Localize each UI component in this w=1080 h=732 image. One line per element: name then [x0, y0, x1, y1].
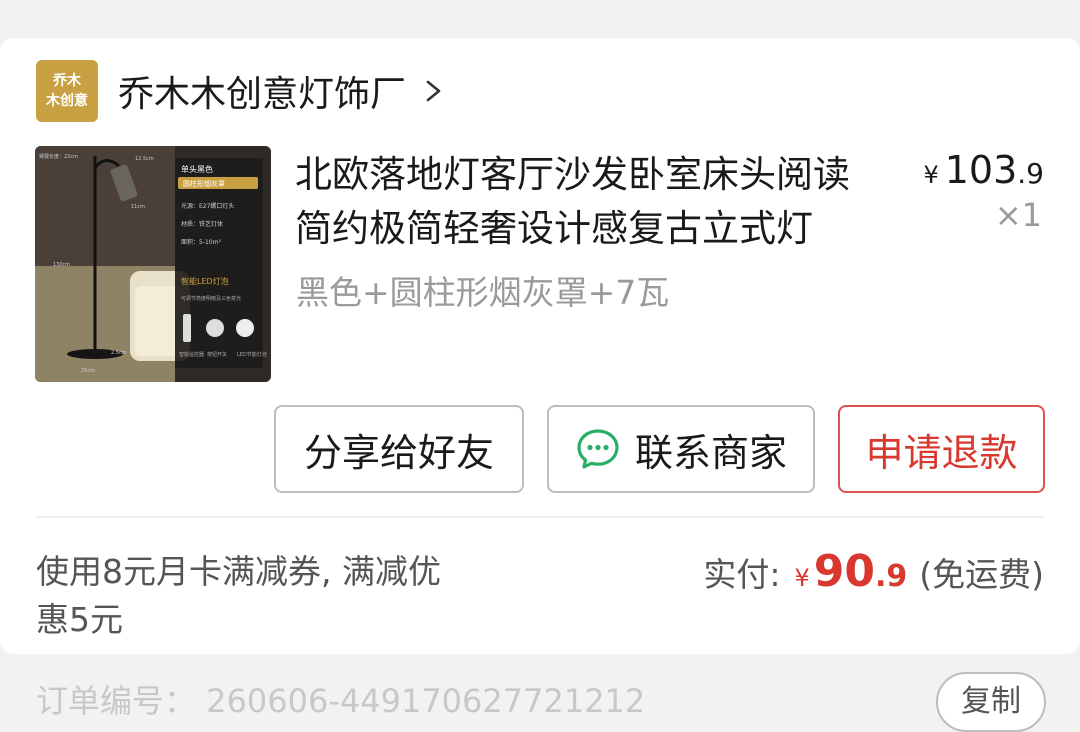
- wechat-chat-icon: [577, 429, 619, 469]
- image-dim-h: 130cm: [53, 262, 70, 268]
- price-currency: ¥: [923, 161, 939, 189]
- paid-amount: 实付: ¥ 90 .9 (免运费): [703, 546, 1044, 597]
- copy-button[interactable]: 复制: [936, 672, 1046, 732]
- product-image[interactable]: 单头黑色 圆柱形烟灰罩 光源：E27螺口灯头 材质：铁艺灯体 面积：5-10m²…: [35, 146, 271, 382]
- image-spec1: 光源：E27螺口灯头: [181, 202, 234, 210]
- image-dim-shade: 12.5cm: [135, 156, 154, 162]
- shop-header[interactable]: 乔木 木创意 乔木木创意灯饰厂: [36, 60, 446, 122]
- image-led-sub: 可调节亮度明暗及三色变光: [181, 295, 241, 302]
- shop-logo-line2: 木创意: [46, 93, 88, 109]
- price-decimal: .9: [1017, 157, 1044, 190]
- shop-logo-line1: 乔木: [53, 73, 81, 89]
- order-number: 订单编号： 260606-449170627721212: [36, 682, 646, 720]
- discount-info: 使用8元月卡满减券, 满减优惠5元: [36, 552, 441, 639]
- image-icon3: LED节能灯泡: [237, 351, 267, 358]
- product-price: ¥103.9: [923, 148, 1044, 192]
- image-tag2: 圆柱形烟灰罩: [183, 179, 225, 188]
- paid-label: 实付:: [703, 555, 781, 594]
- product-quantity: ×1: [994, 196, 1042, 234]
- refund-button-label: 申请退款: [865, 430, 1018, 475]
- image-dim-base-h: 2.5cm: [111, 350, 127, 356]
- shipping-note: (免运费): [919, 555, 1044, 594]
- image-led: 智能LED灯泡: [181, 276, 229, 286]
- contact-seller-label: 联系商家: [634, 430, 787, 475]
- share-button-label: 分享给好友: [303, 430, 494, 475]
- image-icon2: 按钮开关: [207, 351, 227, 358]
- contact-seller-button[interactable]: 联系商家: [547, 405, 815, 493]
- image-tag1: 单头黑色: [181, 164, 213, 174]
- product-sku: 黑色+圆柱形烟灰罩+7瓦: [296, 273, 670, 312]
- shop-logo[interactable]: 乔木 木创意: [36, 60, 98, 122]
- paid-decimal: .9: [874, 559, 908, 594]
- share-button[interactable]: 分享给好友: [274, 405, 524, 493]
- product-title[interactable]: 北欧落地灯客厅沙发卧室床头阅读简约极简轻奢设计感复古立式灯: [295, 148, 870, 256]
- image-dim-top: 臂展长度：22cm: [39, 153, 78, 160]
- image-icon1: 智能遥控器: [179, 351, 204, 358]
- image-spec3: 面积：5-10m²: [181, 238, 221, 246]
- paid-integer: 90: [813, 546, 875, 597]
- image-dim-base: 25cm: [81, 368, 95, 374]
- paid-currency: ¥: [794, 564, 810, 592]
- price-integer: 103: [944, 148, 1018, 192]
- refund-button[interactable]: 申请退款: [838, 405, 1045, 493]
- image-dim-w: 11cm: [131, 204, 145, 210]
- image-spec2: 材质：铁艺灯体: [181, 220, 223, 228]
- chevron-right-icon[interactable]: [422, 76, 446, 106]
- divider: [36, 516, 1044, 518]
- shop-name[interactable]: 乔木木创意灯饰厂: [118, 65, 406, 117]
